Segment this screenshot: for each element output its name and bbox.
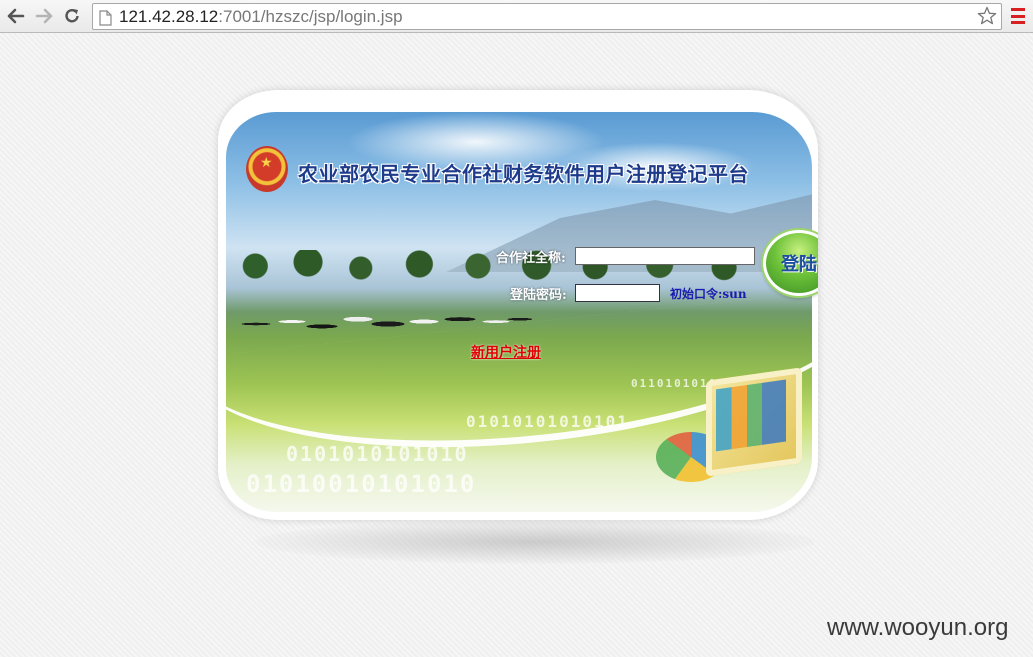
national-emblem-icon: ★ — [246, 146, 288, 192]
browser-toolbar: 121.42.28.12:7001/hzszc/jsp/login.jsp — [0, 0, 1033, 33]
hamburger-menu-icon[interactable] — [1008, 6, 1028, 26]
watermark-text: www.wooyun.org — [827, 614, 1009, 641]
url-text: 121.42.28.12:7001/hzszc/jsp/login.jsp — [119, 4, 403, 29]
password-label: 登陆密码: — [510, 288, 567, 303]
reload-icon[interactable] — [60, 4, 84, 28]
monitor-screen — [716, 379, 786, 452]
arrow-left-icon[interactable] — [4, 4, 28, 28]
url-path: :7001/hzszc/jsp/login.jsp — [218, 7, 403, 26]
page-icon — [99, 8, 112, 33]
register-link[interactable]: 新用户注册 — [471, 342, 541, 362]
address-bar[interactable]: 121.42.28.12:7001/hzszc/jsp/login.jsp — [92, 3, 1002, 30]
url-host: 121.42.28.12 — [119, 7, 219, 26]
arrow-right-icon[interactable] — [32, 4, 56, 28]
binary-decoration: 0101010101010 — [286, 442, 469, 466]
binary-decoration: 01010010101010 — [246, 470, 477, 498]
initial-password-hint: 初始口令:sun — [670, 287, 747, 301]
login-panel: 0110101010101 01010101010101 01010101010… — [218, 90, 818, 520]
emblem-star-icon: ★ — [260, 155, 273, 171]
cooperative-name-input[interactable] — [575, 247, 755, 265]
computer-monitor-illustration — [706, 367, 802, 477]
page-title: 农业部农民专业合作社财务软件用户注册登记平台 — [298, 162, 749, 186]
cooperative-name-label: 合作社全称: — [496, 251, 566, 266]
star-icon[interactable] — [977, 6, 997, 33]
binary-decoration: 01010101010101 — [466, 412, 629, 431]
password-input[interactable] — [575, 284, 660, 302]
panel-reflection — [255, 520, 815, 564]
